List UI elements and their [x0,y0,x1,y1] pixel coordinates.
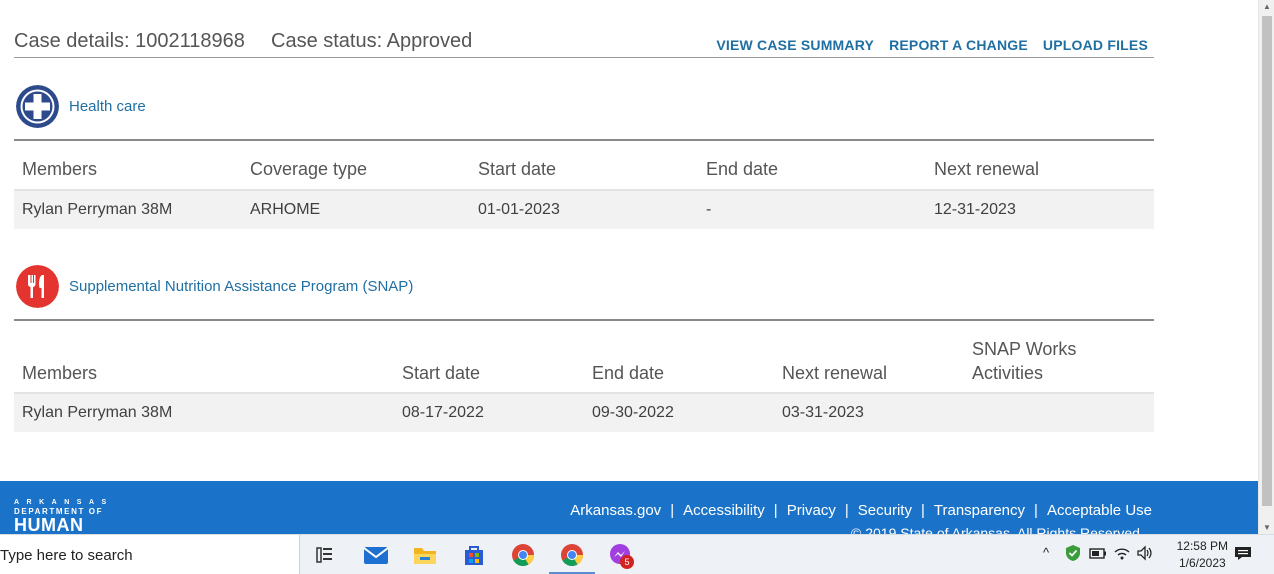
table-header: Members Start date End date Next renewal… [14,321,1154,394]
footer-separator: | [773,502,778,519]
table-header: Members Coverage type Start date End dat… [14,141,1154,191]
taskbar: Type here to search 5 ^ 12:58 PM 1/6/202… [0,534,1274,574]
footer-links: Arkansas.gov | Accessibility | Privacy |… [570,502,1152,519]
scroll-down-arrow-icon[interactable]: ▼ [1263,523,1271,532]
column-header: End date [706,159,779,179]
privacy-link[interactable]: Privacy [787,502,836,519]
messenger-badge: 5 [620,555,634,569]
snap-title[interactable]: Supplemental Nutrition Assistance Progra… [69,278,413,295]
task-view-icon[interactable] [312,543,338,567]
file-explorer-icon[interactable] [412,543,438,567]
health-care-header: Health care [14,85,1154,129]
accessibility-link[interactable]: Accessibility [683,502,765,519]
coverage-type-cell: ARHOME [250,201,321,218]
fork-knife-icon [16,265,59,308]
site-footer: ARKANSAS DEPARTMENT OF HUMAN Arkansas.go… [0,481,1258,534]
notifications-icon[interactable] [1234,546,1252,561]
mail-icon[interactable] [363,543,389,567]
column-header: Activities [972,363,1044,383]
scroll-up-arrow-icon[interactable]: ▲ [1263,2,1271,11]
chrome-active-icon[interactable] [559,543,585,567]
health-care-table: Members Coverage type Start date End dat… [14,139,1154,229]
member-cell: Rylan Perryman 38M [22,404,173,421]
column-header: SNAP Works [972,339,1077,359]
arkansas-gov-link[interactable]: Arkansas.gov [570,502,661,519]
scroll-thumb[interactable] [1262,16,1272,506]
report-change-link[interactable]: REPORT A CHANGE [889,37,1028,53]
taskbar-clock[interactable]: 12:58 PM 1/6/2023 [1177,538,1228,572]
footer-separator: | [670,502,675,519]
column-header: Start date [478,159,557,179]
next-renewal-cell: 12-31-2023 [934,201,1016,218]
logo-line-1: ARKANSAS [14,499,114,506]
snap-table: Members Start date End date Next renewal… [14,319,1154,432]
health-care-title[interactable]: Health care [69,98,146,115]
volume-icon[interactable] [1136,545,1154,561]
member-cell: Rylan Perryman 38M [22,201,173,218]
end-date-cell: - [706,201,712,218]
start-date-cell: 08-17-2022 [402,404,484,421]
security-link[interactable]: Security [858,502,912,519]
column-header: Coverage type [250,159,368,179]
snap-header: Supplemental Nutrition Assistance Progra… [14,265,1154,309]
column-header: End date [592,363,665,383]
column-header: Next renewal [782,363,888,383]
table-row: Rylan Perryman 38M ARHOME 01-01-2023 - 1… [14,191,1154,229]
clock-date: 1/6/2023 [1178,556,1226,570]
medical-cross-icon [16,85,59,128]
case-status: Case status: Approved [271,30,473,52]
acceptable-use-link[interactable]: Acceptable Use [1047,502,1152,519]
column-header: Next renewal [934,159,1040,179]
column-header: Start date [402,363,481,383]
taskbar-search-box[interactable]: Type here to search [0,535,300,574]
chevron-up-icon[interactable]: ^ [1043,545,1049,560]
page: Case details: 1002118968 Case status: Ap… [0,0,1258,534]
clock-time: 12:58 PM [1176,539,1228,553]
start-date-cell: 01-01-2023 [478,201,560,218]
footer-separator: | [844,502,849,519]
health-care-section: Health care Members Coverage type Start … [14,85,1154,229]
end-date-cell: 09-30-2022 [592,404,674,421]
column-header: Members [22,159,98,179]
view-case-summary-link[interactable]: VIEW CASE SUMMARY [716,37,874,53]
logo-line-3: HUMAN [14,515,84,534]
search-placeholder: Type here to search [0,547,133,564]
footer-separator: | [1034,502,1038,519]
case-header: Case details: 1002118968 Case status: Ap… [14,26,1154,58]
transparency-link[interactable]: Transparency [934,502,1025,519]
column-header: Members [22,363,98,383]
copyright-text: © 2019 State of Arkansas. All Rights Res… [851,525,1144,534]
snap-section: Supplemental Nutrition Assistance Progra… [14,265,1154,432]
battery-icon[interactable] [1089,546,1107,560]
dhs-logo: ARKANSAS DEPARTMENT OF HUMAN [14,499,114,534]
next-renewal-cell: 03-31-2023 [782,404,864,421]
page-scrollbar[interactable]: ▲ ▼ [1258,0,1274,534]
footer-separator: | [920,502,925,519]
case-details-title: Case details: 1002118968 [14,30,245,52]
upload-files-link[interactable]: UPLOAD FILES [1043,37,1148,53]
security-shield-icon[interactable] [1064,544,1082,562]
case-actions: VIEW CASE SUMMARY REPORT A CHANGE UPLOAD… [716,37,1148,53]
chrome-icon[interactable] [510,543,536,567]
wifi-icon[interactable] [1113,545,1131,561]
table-row: Rylan Perryman 38M 08-17-2022 09-30-2022… [14,394,1154,432]
store-icon[interactable] [461,543,487,567]
